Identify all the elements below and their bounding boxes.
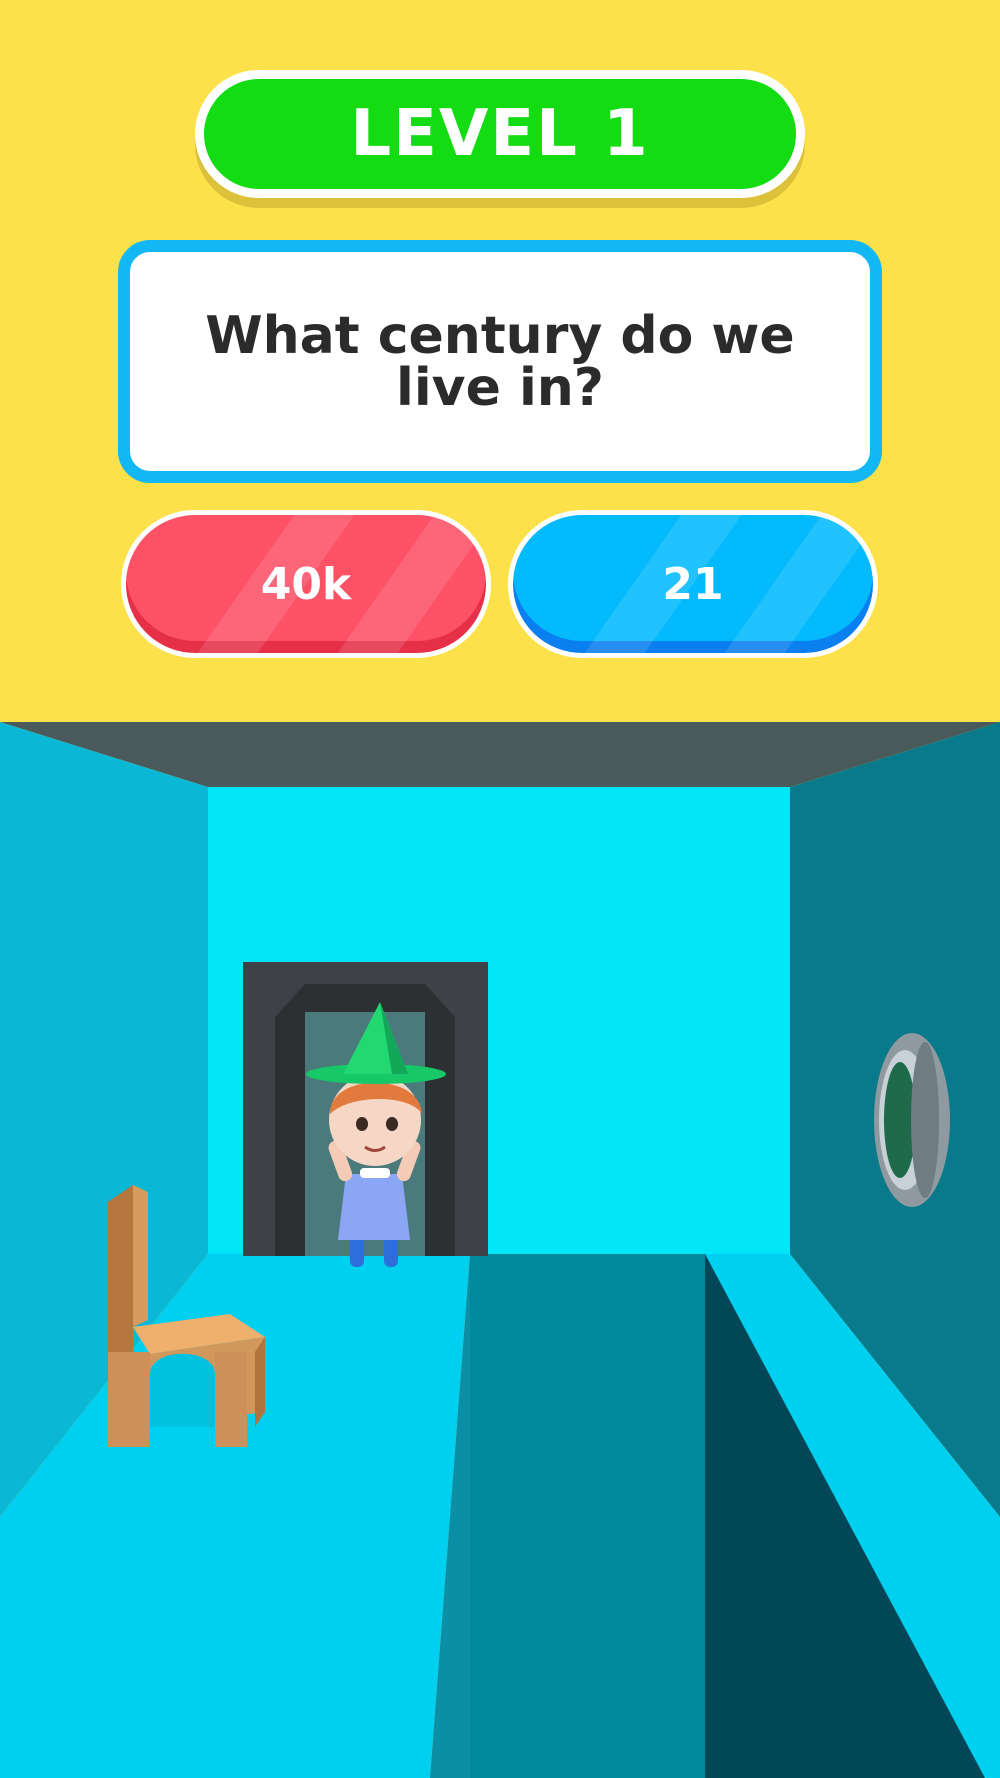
answer-button-left[interactable]: 40k [121, 510, 491, 658]
question-text: What century do we live in? [205, 305, 795, 418]
room-3d-view [0, 722, 1000, 1778]
level-label: LEVEL 1 [350, 97, 650, 171]
answer-label-right: 21 [662, 558, 724, 610]
hud-panel: LEVEL 1 What century do we live in? 40k … [0, 0, 1000, 722]
button-shine [337, 515, 486, 653]
floor-center-lane [470, 1254, 705, 1778]
answer-label-left: 40k [260, 558, 352, 610]
round-porthole [874, 1033, 950, 1207]
answer-button-right[interactable]: 21 [508, 510, 878, 658]
question-card: What century do we live in? [118, 240, 882, 483]
game-scene [0, 722, 1000, 1778]
level-badge: LEVEL 1 [195, 70, 805, 198]
button-shine [724, 515, 873, 653]
